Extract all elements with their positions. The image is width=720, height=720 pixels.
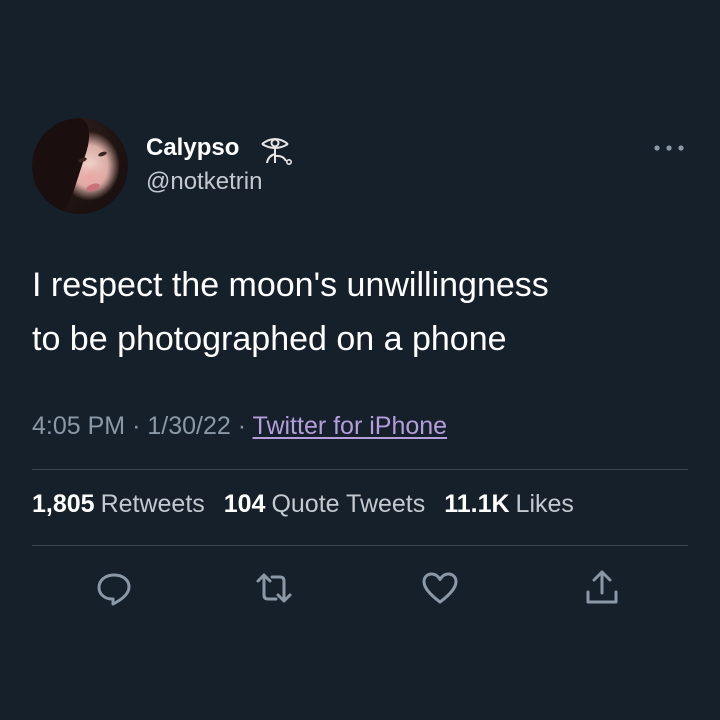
divider [32, 545, 688, 546]
likes-count: 11.1K [444, 490, 510, 518]
like-icon [422, 572, 458, 604]
avatar[interactable] [32, 118, 128, 214]
reply-icon [97, 573, 131, 606]
quote-tweets-stat[interactable]: 104 Quote Tweets [224, 490, 426, 519]
share-button[interactable] [582, 568, 622, 608]
likes-stat[interactable]: 11.1K Likes [444, 490, 574, 519]
tweet-source-link[interactable]: Twitter for iPhone [253, 412, 448, 440]
tweet-timestamp-row: 4:05 PM · 1/30/22 · Twitter for iPhone [32, 412, 447, 441]
more-options-icon[interactable] [652, 140, 686, 156]
retweets-label: Retweets [100, 490, 205, 518]
avatar-lips [85, 181, 101, 194]
display-name[interactable]: Calypso [146, 134, 239, 162]
tweet-date[interactable]: 1/30/22 [147, 412, 230, 440]
likes-label: Likes [515, 490, 574, 518]
divider [32, 469, 688, 470]
meta-separator: · [237, 412, 247, 440]
user-handle[interactable]: @notketrin [146, 168, 262, 196]
tweet-card: Calypso @notketrin I respect the moon's … [0, 0, 720, 720]
reply-button[interactable] [94, 568, 134, 608]
eye-on-stick-icon [261, 138, 292, 165]
retweets-stat[interactable]: 1,805 Retweets [32, 490, 205, 519]
quote-tweets-count: 104 [223, 490, 266, 518]
avatar-eye [97, 150, 108, 158]
like-button[interactable] [420, 568, 460, 608]
avatar-hair [32, 118, 96, 214]
tweet-text: I respect the moon's unwillingness to be… [32, 266, 549, 358]
tweet-time[interactable]: 4:05 PM [32, 412, 125, 440]
share-icon [586, 570, 618, 604]
retweet-button[interactable] [254, 568, 294, 608]
retweet-icon [256, 573, 292, 603]
engagement-stats: 1,805 Retweets 104 Quote Tweets 11.1K Likes [32, 490, 586, 519]
meta-separator: · [132, 412, 141, 440]
retweets-count: 1,805 [32, 490, 95, 518]
quote-tweets-label: Quote Tweets [271, 490, 426, 518]
